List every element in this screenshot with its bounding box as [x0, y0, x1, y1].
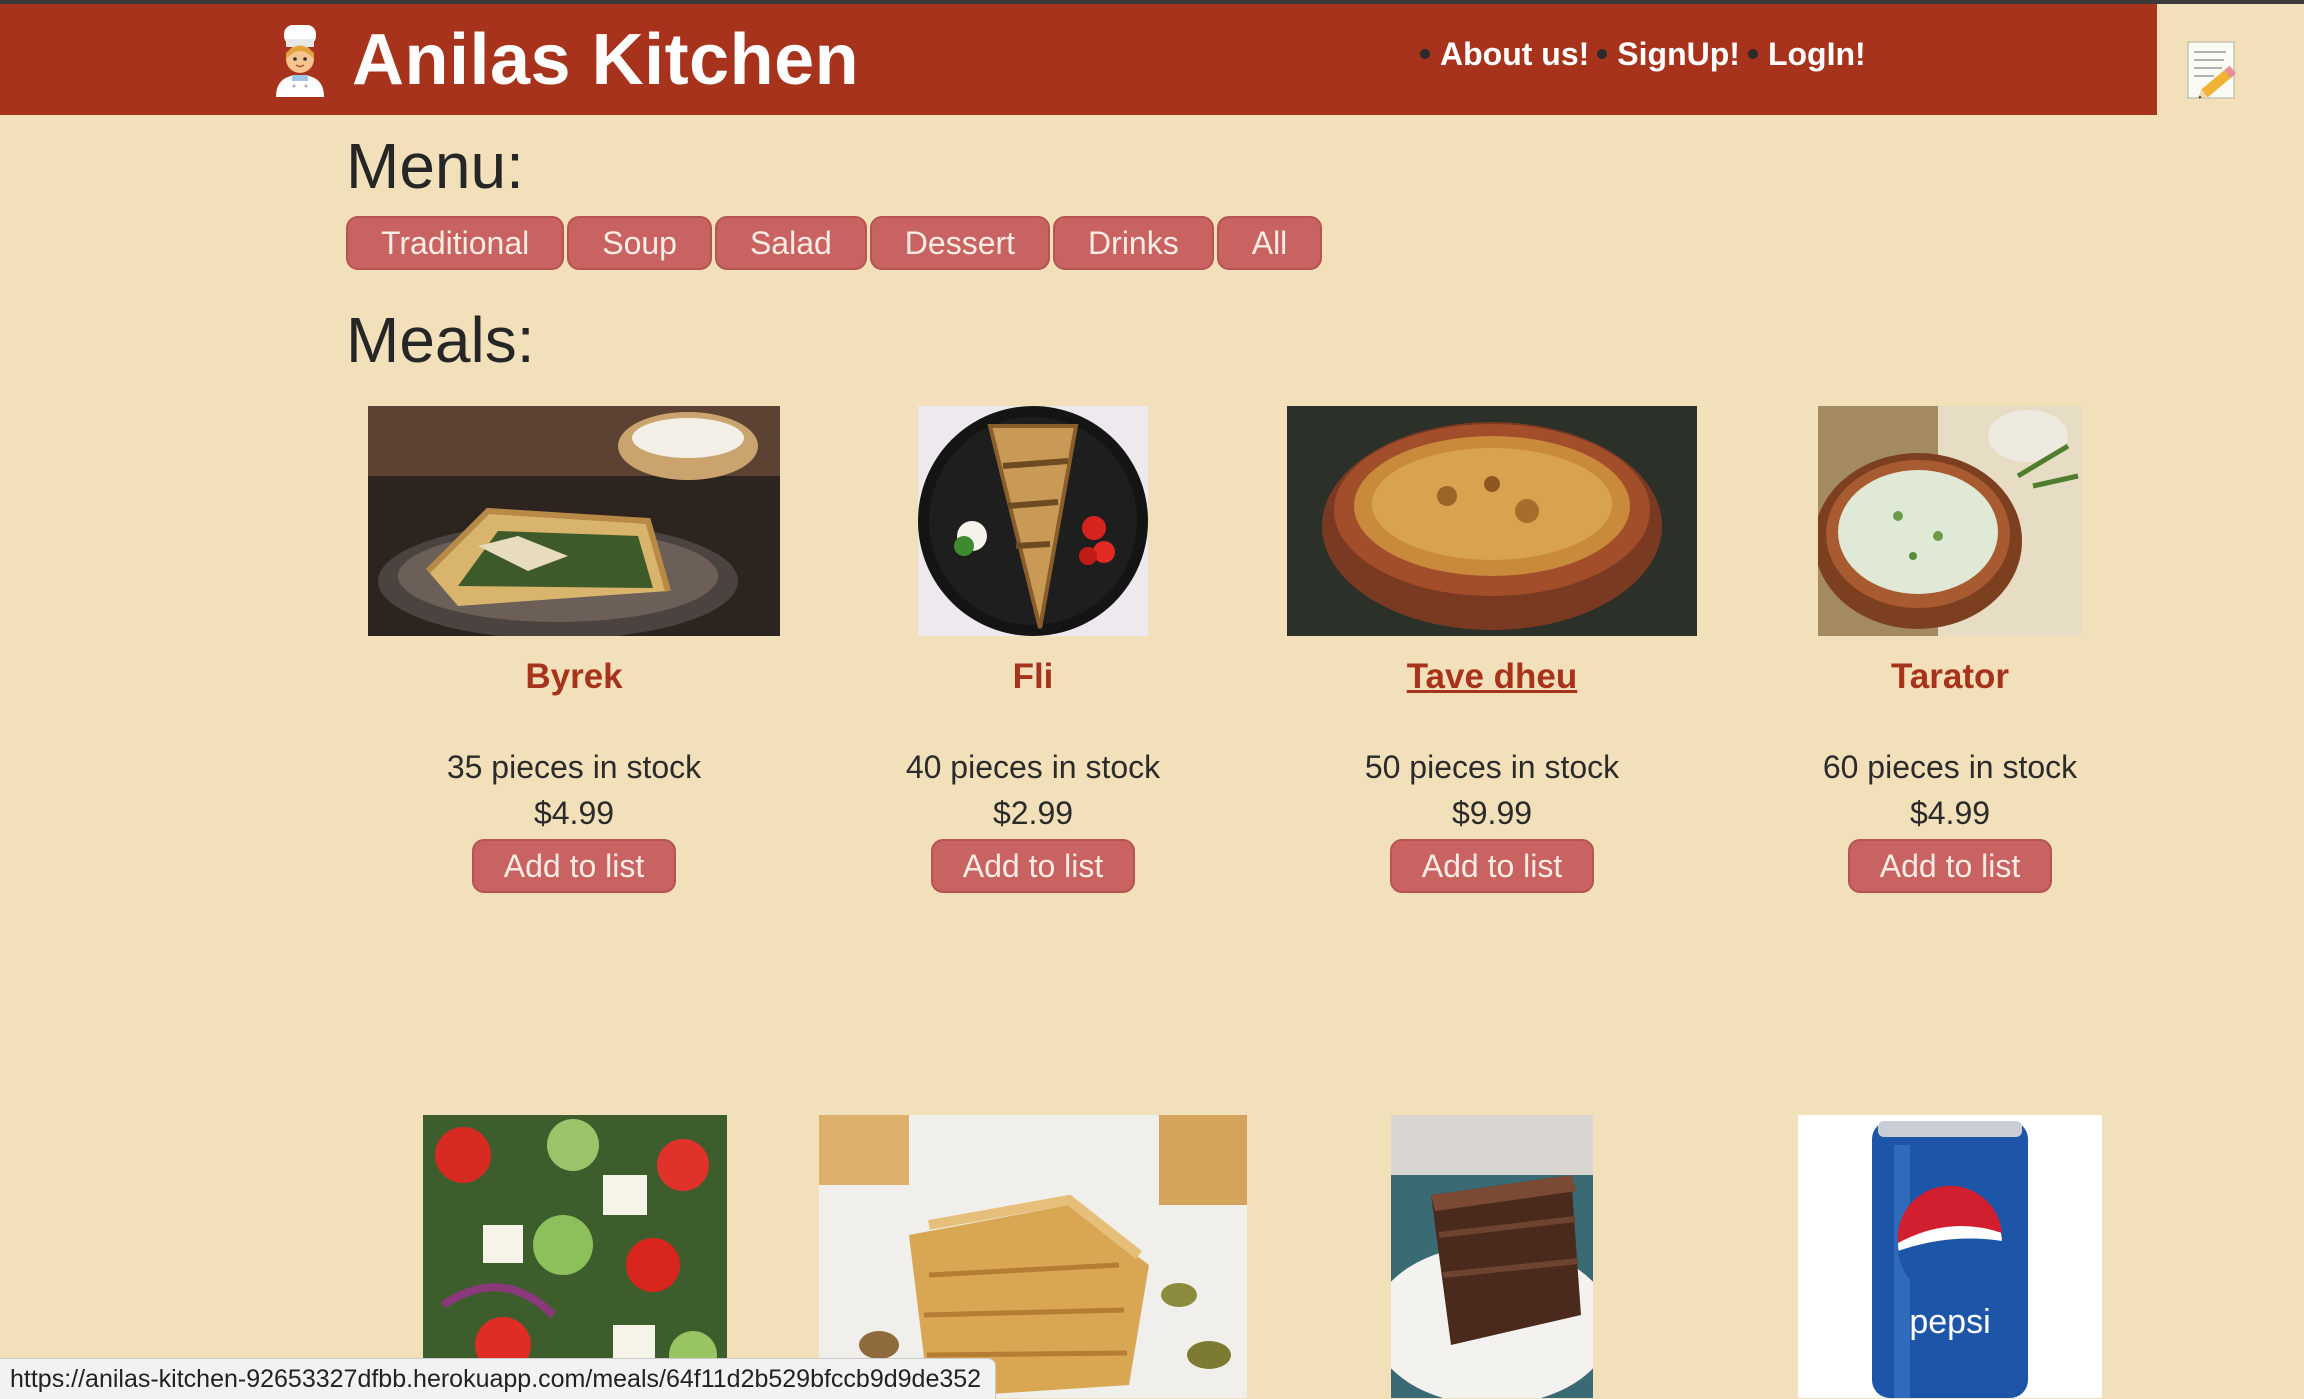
- fli-photo[interactable]: [918, 406, 1148, 636]
- greek-salad-photo[interactable]: [423, 1115, 727, 1398]
- meal-name-link[interactable]: Tave dheu: [1262, 656, 1722, 698]
- baklava-photo[interactable]: [819, 1115, 1247, 1398]
- meal-card: Byrek 35 pieces in stock $4.99 Add to li…: [344, 406, 804, 893]
- site-title: Anilas Kitchen: [352, 20, 860, 100]
- tarator-photo[interactable]: [1818, 406, 2082, 636]
- nav-about-link[interactable]: About us!: [1440, 38, 1589, 70]
- meal-name-link[interactable]: Byrek: [344, 656, 804, 698]
- add-to-list-button[interactable]: Add to list: [471, 838, 677, 893]
- category-salad-button[interactable]: Salad: [714, 216, 867, 270]
- cook-icon: [276, 25, 324, 97]
- nav-login-link[interactable]: LogIn!: [1768, 38, 1866, 70]
- byrek-photo[interactable]: [368, 406, 780, 636]
- chocolate-cake-photo[interactable]: [1391, 1115, 1593, 1398]
- nav-signup-link[interactable]: SignUp!: [1617, 38, 1740, 70]
- add-to-list-button[interactable]: Add to list: [930, 838, 1136, 893]
- nav-bullet: [1747, 49, 1758, 59]
- category-dessert-button[interactable]: Dessert: [869, 216, 1051, 270]
- meal-card: Fli 40 pieces in stock $2.99 Add to list: [803, 406, 1263, 893]
- meal-card: Tave dheu 50 pieces in stock $9.99 Add t…: [1262, 406, 1722, 893]
- add-to-list-button[interactable]: Add to list: [1847, 838, 2053, 893]
- meal-stock: 40 pieces in stock: [905, 749, 1161, 785]
- link-preview-status-bar: https://anilas-kitchen-92653327dfbb.hero…: [0, 1358, 997, 1399]
- category-soup-button[interactable]: Soup: [567, 216, 712, 270]
- notepad-pencil-icon[interactable]: [2184, 40, 2244, 104]
- pepsi-can-photo[interactable]: pepsi: [1798, 1115, 2102, 1398]
- meals-heading: Meals:: [346, 304, 535, 376]
- nav-links: About us! SignUp! LogIn!: [1412, 38, 1866, 70]
- menu-heading: Menu:: [346, 130, 524, 202]
- category-all-button[interactable]: All: [1216, 216, 1323, 270]
- nav-bullet: [1420, 49, 1430, 59]
- meal-card: Tarator 60 pieces in stock $4.99 Add to …: [1720, 406, 2180, 893]
- meal-stock: 50 pieces in stock: [1364, 749, 1620, 785]
- meal-name-link[interactable]: Fli: [803, 656, 1263, 698]
- meal-price: $4.99: [1909, 795, 1991, 832]
- navbar: Anilas Kitchen About us! SignUp! LogIn!: [0, 4, 2157, 115]
- meal-stock: 35 pieces in stock: [446, 749, 702, 785]
- meal-price: $4.99: [533, 795, 615, 832]
- meal-price: $9.99: [1451, 795, 1533, 832]
- category-buttons: Traditional Soup Salad Dessert Drinks Al…: [346, 216, 1323, 270]
- meal-stock: 60 pieces in stock: [1822, 749, 2078, 785]
- category-traditional-button[interactable]: Traditional: [346, 216, 565, 270]
- meal-name-link[interactable]: Tarator: [1720, 656, 2180, 698]
- add-to-list-button[interactable]: Add to list: [1389, 838, 1595, 893]
- tave-dheu-photo[interactable]: [1287, 406, 1697, 636]
- nav-bullet: [1597, 49, 1608, 59]
- brand[interactable]: Anilas Kitchen: [266, 12, 859, 108]
- category-drinks-button[interactable]: Drinks: [1053, 216, 1214, 270]
- meal-price: $2.99: [992, 795, 1074, 832]
- svg-text:pepsi: pepsi: [1909, 1303, 1990, 1341]
